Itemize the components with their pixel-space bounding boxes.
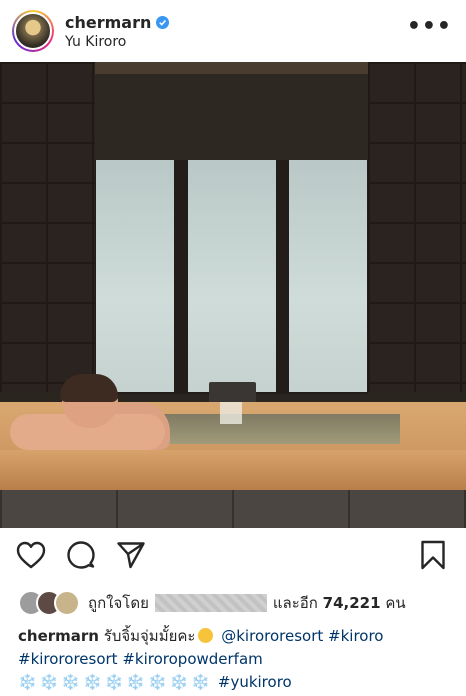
- mention-link[interactable]: @kirororesort: [221, 627, 323, 645]
- wall-right: [368, 62, 466, 392]
- hashtag-link[interactable]: #kiroropowderfam: [122, 650, 262, 668]
- username-link[interactable]: chermarn: [65, 13, 151, 32]
- username-row: chermarn: [65, 13, 170, 32]
- window-top: [95, 74, 368, 160]
- liked-by-label: ถูกใจโดย: [88, 594, 149, 612]
- user-block: chermarn Yu Kiroro: [65, 13, 170, 50]
- action-bar: [0, 538, 466, 578]
- send-icon: [117, 542, 145, 569]
- share-button[interactable]: [114, 538, 148, 572]
- profile-avatar[interactable]: [12, 10, 54, 52]
- snowflake-emojis: ❄️❄️❄️❄️❄️❄️❄️❄️❄️: [18, 673, 214, 691]
- window-pane: [188, 160, 276, 392]
- tub-front: [0, 450, 466, 490]
- rolling-on-floor-laughing-emoji-icon: [198, 628, 214, 643]
- and-more-label: และอีก: [272, 594, 318, 612]
- window-pane: [289, 160, 367, 392]
- heart-icon: [16, 541, 46, 569]
- water: [160, 414, 400, 444]
- verified-badge-icon: [156, 15, 170, 29]
- avatar-image: [14, 12, 52, 50]
- post-photo[interactable]: [0, 62, 466, 528]
- save-button[interactable]: [416, 538, 450, 572]
- redacted-username: [154, 594, 267, 612]
- hashtag-link[interactable]: #yukiroro: [218, 673, 292, 691]
- post-caption: chermarn รับจิ้มจุ่มมั้ยคะ @kirororesort…: [18, 625, 448, 694]
- caption-text: รับจิ้มจุ่มมั้ยคะ: [103, 627, 196, 645]
- faucet: [209, 382, 256, 404]
- hashtag-link[interactable]: #kirororesort: [18, 650, 118, 668]
- hashtag-link[interactable]: #kiroro: [328, 627, 383, 645]
- like-button[interactable]: [14, 538, 48, 572]
- likes-suffix: คน: [385, 594, 406, 612]
- wall-left: [0, 62, 95, 392]
- likes-count: 74,221: [322, 594, 381, 612]
- bookmark-icon: [421, 540, 445, 570]
- more-options-button[interactable]: •••: [407, 16, 452, 38]
- person-hair: [60, 374, 118, 402]
- comment-icon: [67, 541, 95, 569]
- tub-base: [0, 490, 466, 528]
- likes-summary[interactable]: ถูกใจโดย และอีก 74,221 คน: [18, 590, 406, 616]
- comment-button[interactable]: [64, 538, 98, 572]
- window-pane: [96, 160, 174, 392]
- liker-avatars: [18, 590, 80, 616]
- liker-avatar: [54, 590, 80, 616]
- caption-username[interactable]: chermarn: [18, 627, 99, 645]
- water-stream: [220, 402, 242, 424]
- location-link[interactable]: Yu Kiroro: [65, 34, 169, 50]
- post-header: chermarn Yu Kiroro •••: [0, 0, 466, 62]
- likes-count-text[interactable]: และอีก 74,221 คน: [273, 591, 406, 615]
